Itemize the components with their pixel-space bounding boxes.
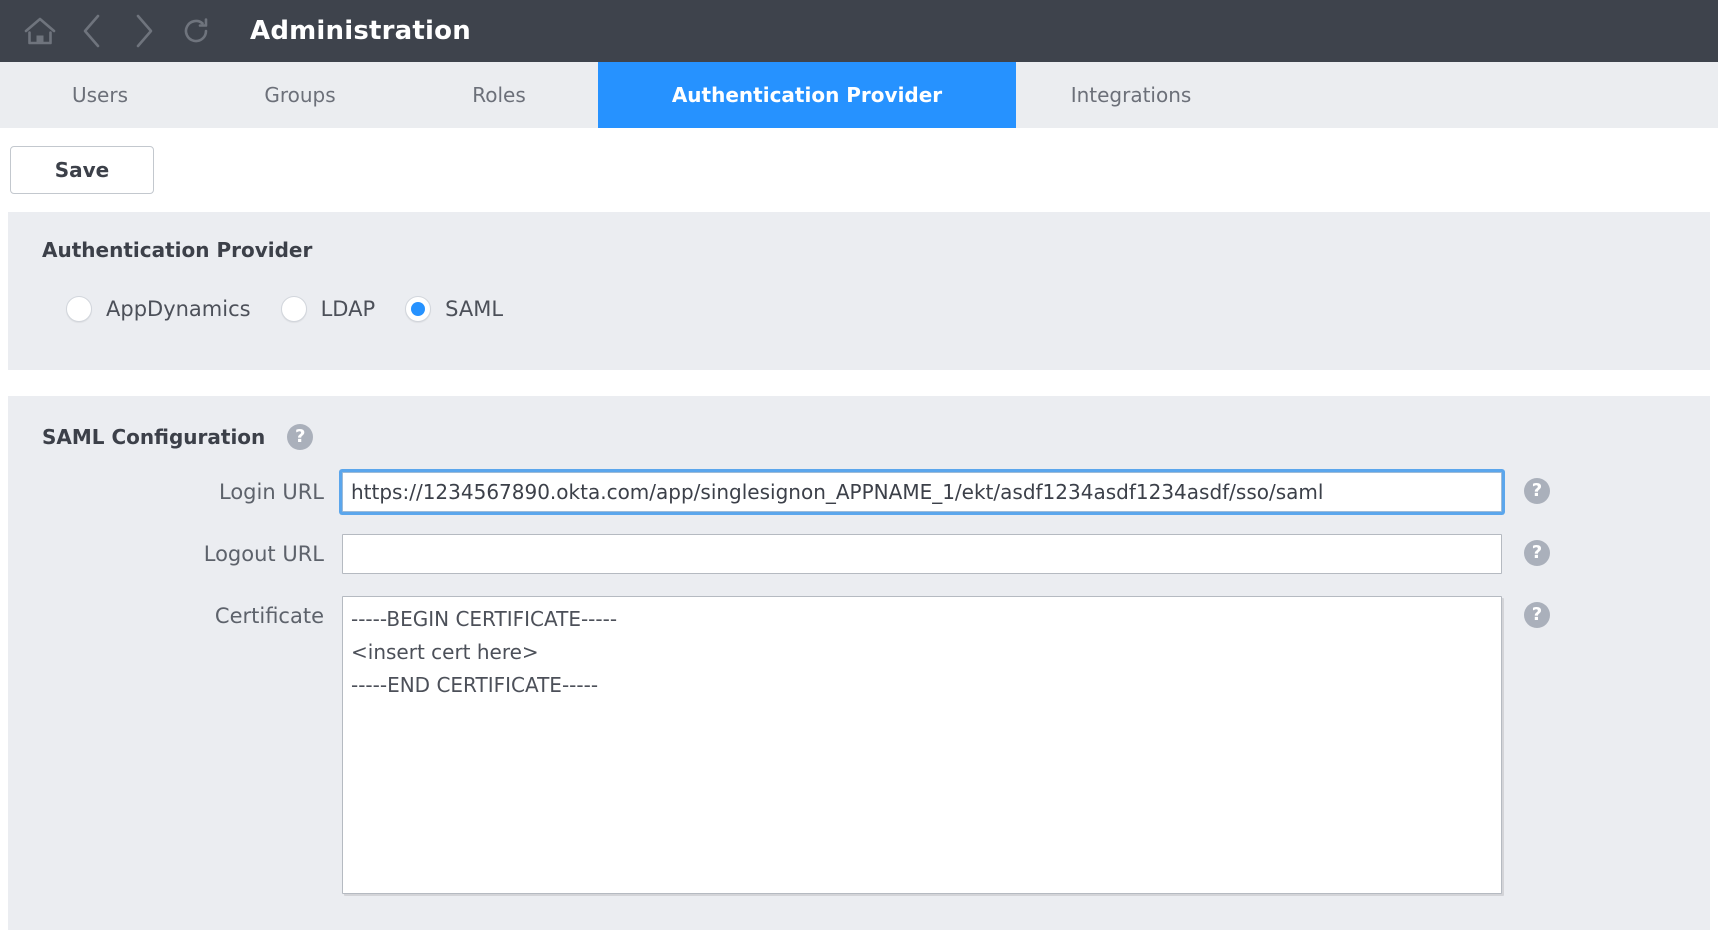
saml-configuration-header: SAML Configuration ? (42, 424, 1710, 450)
radio-label-saml: SAML (445, 297, 503, 321)
help-icon-login-url[interactable]: ? (1524, 478, 1550, 504)
label-login-url: Login URL (42, 472, 342, 504)
radio-circle-ldap[interactable] (281, 296, 307, 322)
field-wrap-certificate: -----BEGIN CERTIFICATE----- <insert cert… (342, 596, 1502, 898)
refresh-icon[interactable] (170, 0, 222, 62)
auth-provider-radio-group: AppDynamics LDAP SAML (42, 296, 1710, 322)
form-row-certificate: Certificate -----BEGIN CERTIFICATE----- … (42, 596, 1710, 898)
radio-option-saml[interactable]: SAML (405, 296, 503, 322)
label-logout-url: Logout URL (42, 534, 342, 566)
radio-option-ldap[interactable]: LDAP (281, 296, 376, 322)
toolbar: Save (0, 128, 1718, 212)
tab-authentication-provider[interactable]: Authentication Provider (598, 62, 1016, 128)
help-icon-logout-url[interactable]: ? (1524, 540, 1550, 566)
field-wrap-logout-url (342, 534, 1502, 574)
tab-users[interactable]: Users (0, 62, 200, 128)
tab-groups[interactable]: Groups (200, 62, 400, 128)
save-button[interactable]: Save (10, 146, 154, 194)
radio-label-ldap: LDAP (321, 297, 376, 321)
logout-url-input[interactable] (342, 534, 1502, 574)
label-certificate: Certificate (42, 596, 342, 628)
form-row-logout-url: Logout URL ? (42, 534, 1710, 574)
radio-circle-saml[interactable] (405, 296, 431, 322)
form-row-login-url: Login URL ? (42, 472, 1710, 512)
radio-circle-appdynamics[interactable] (66, 296, 92, 322)
tab-bar: Users Groups Roles Authentication Provid… (0, 62, 1718, 128)
panel-separator (0, 370, 1718, 396)
help-icon-certificate[interactable]: ? (1524, 602, 1550, 628)
page-title: Administration (250, 16, 471, 46)
login-url-input[interactable] (342, 472, 1502, 512)
app-header: Administration (0, 0, 1718, 62)
authentication-provider-section-title: Authentication Provider (42, 238, 1710, 262)
chevron-left-icon[interactable] (66, 0, 118, 62)
tab-roles[interactable]: Roles (400, 62, 598, 128)
tab-integrations[interactable]: Integrations (1016, 62, 1246, 128)
home-icon[interactable] (14, 0, 66, 62)
radio-option-appdynamics[interactable]: AppDynamics (66, 296, 251, 322)
field-wrap-login-url (342, 472, 1502, 512)
chevron-right-icon[interactable] (118, 0, 170, 62)
saml-configuration-panel: SAML Configuration ? Login URL ? Logout … (8, 396, 1710, 930)
help-icon-saml-configuration[interactable]: ? (287, 424, 313, 450)
authentication-provider-panel: Authentication Provider AppDynamics LDAP… (8, 212, 1710, 370)
certificate-textarea[interactable]: -----BEGIN CERTIFICATE----- <insert cert… (342, 596, 1502, 894)
radio-label-appdynamics: AppDynamics (106, 297, 251, 321)
saml-configuration-section-title: SAML Configuration (42, 425, 265, 449)
